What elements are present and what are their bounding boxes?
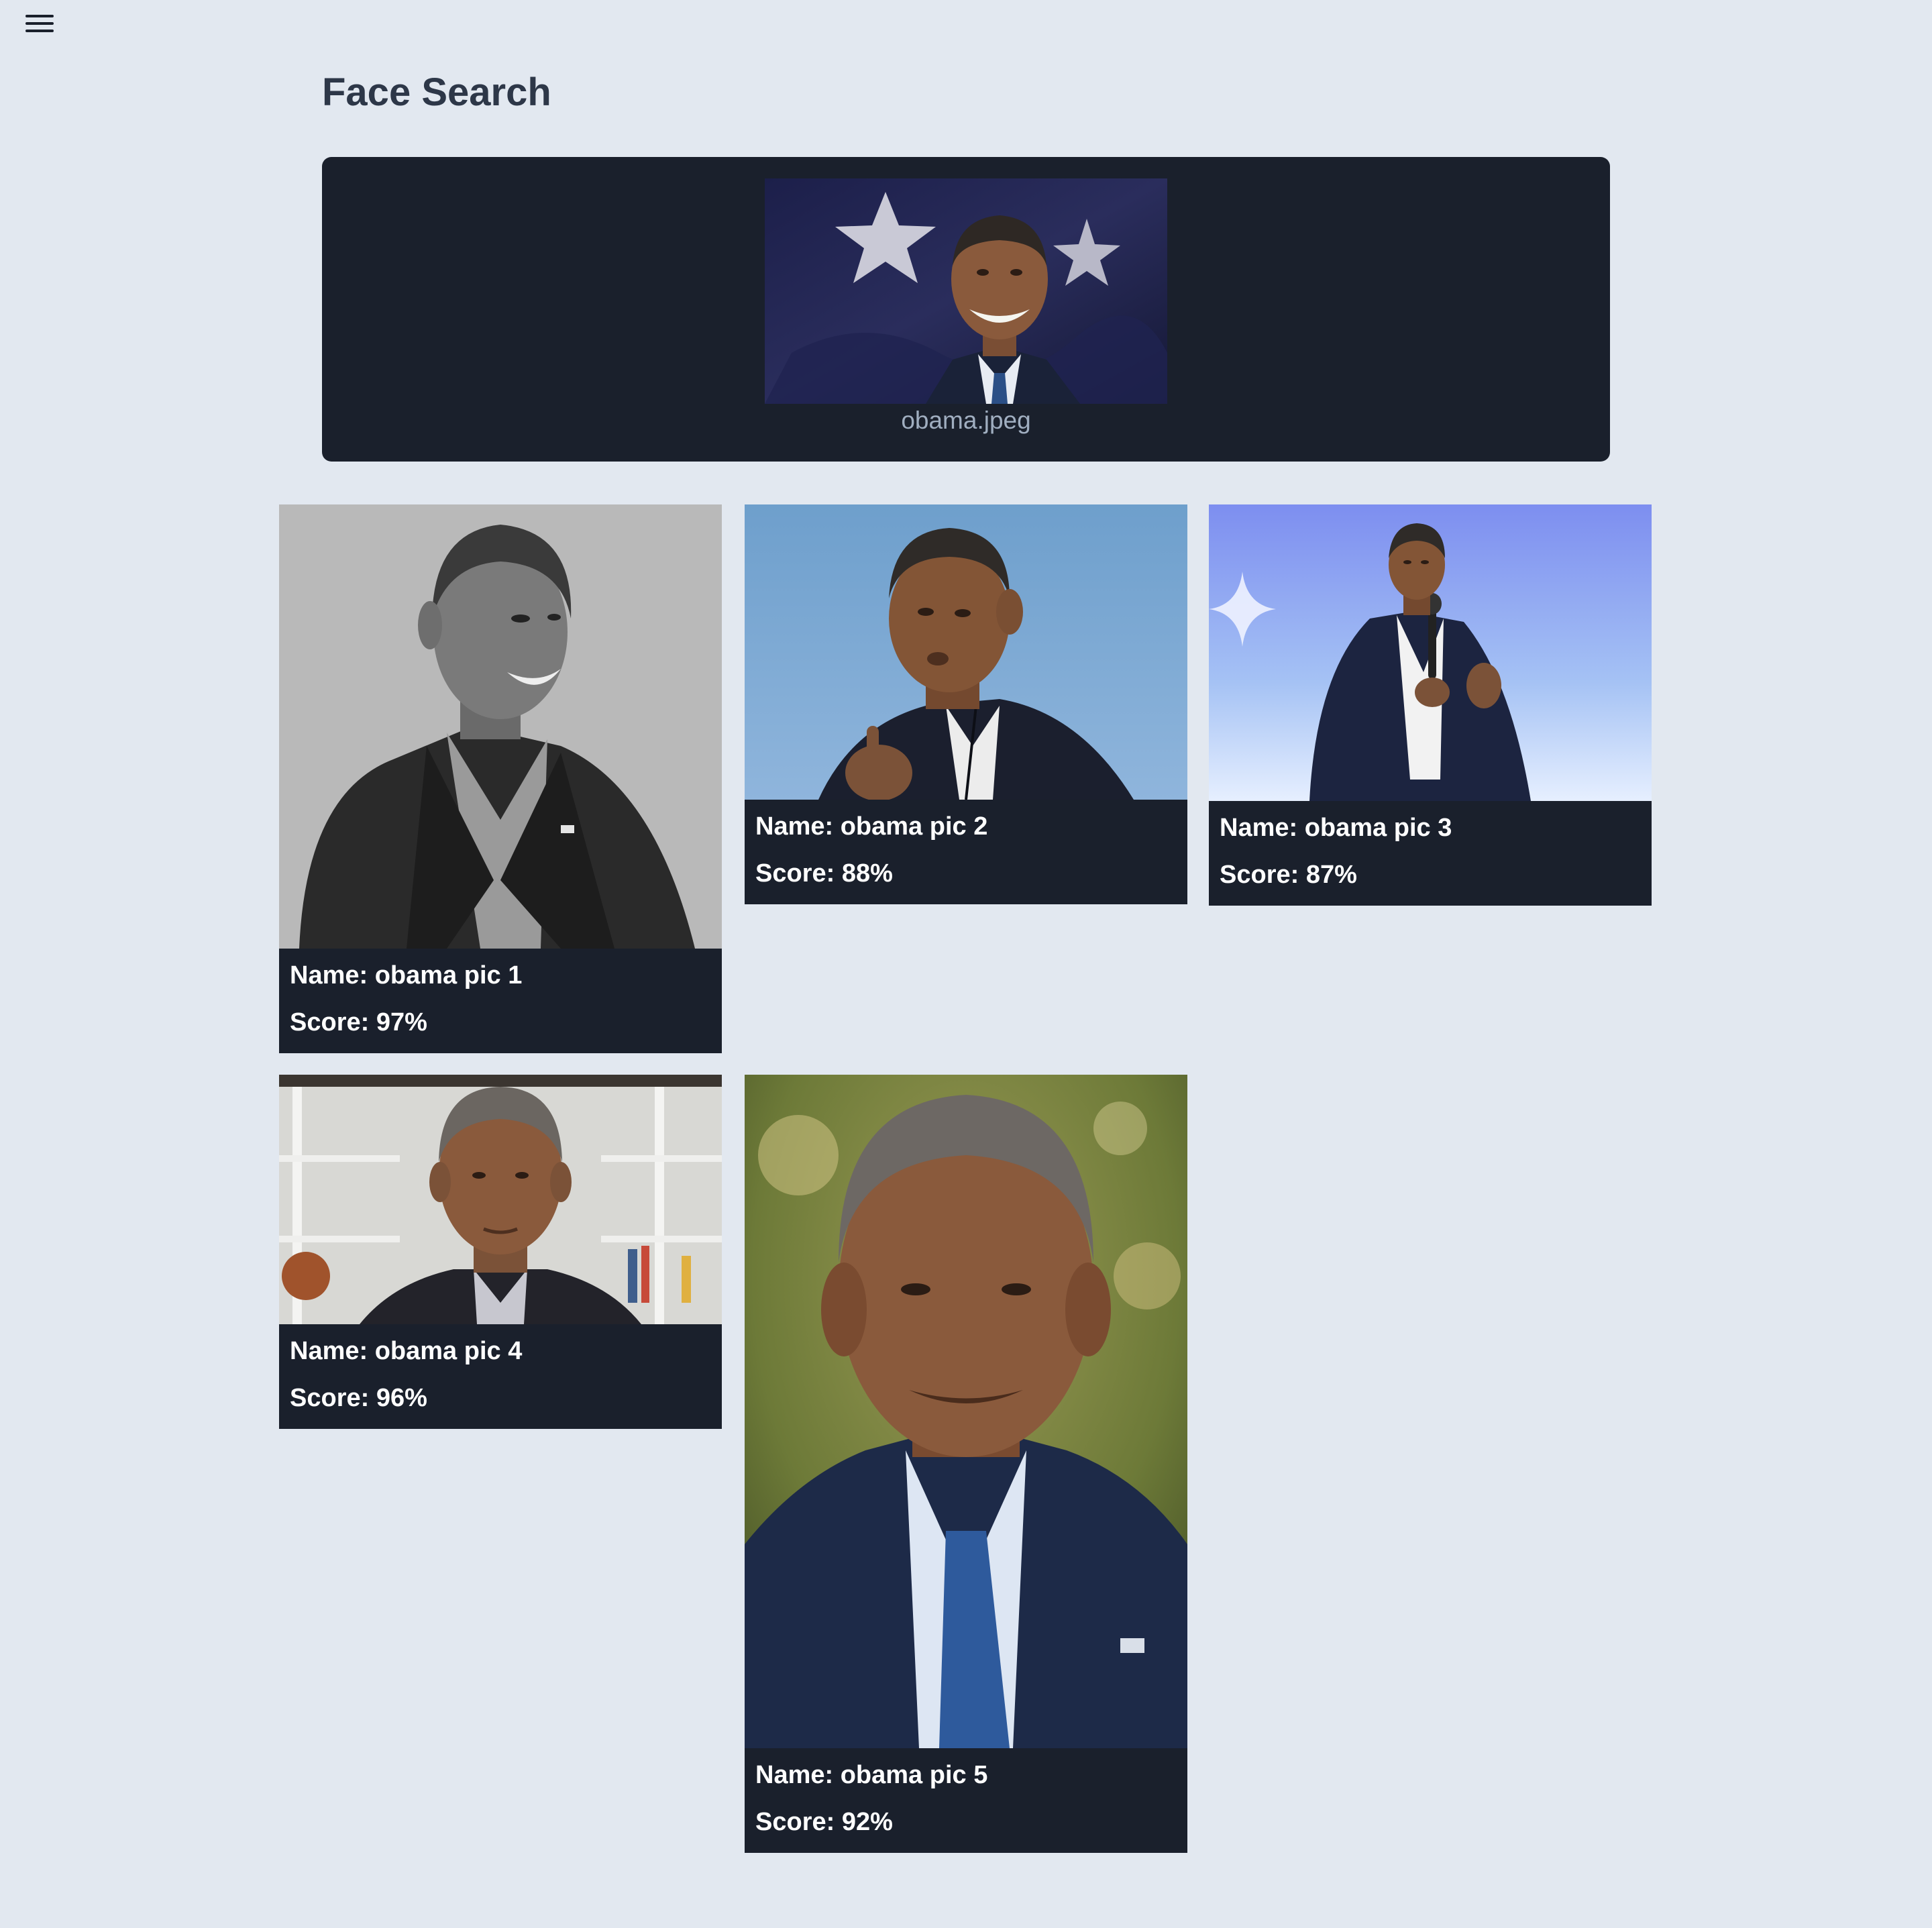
- result-score: Score: 88%: [755, 859, 893, 888]
- result-name: Name: obama pic 4: [290, 1337, 523, 1365]
- result-photo[interactable]: [279, 504, 722, 949]
- query-filename: obama.jpeg: [901, 407, 1031, 434]
- result-photo[interactable]: [1209, 504, 1652, 801]
- result-score: Score: 97%: [290, 1008, 427, 1036]
- result-card[interactable]: Name: obama pic 3 Score: 87%: [1209, 504, 1652, 906]
- result-score: Score: 87%: [1220, 861, 1357, 889]
- result-card[interactable]: Name: obama pic 2 Score: 88%: [745, 504, 1187, 904]
- hamburger-menu-icon[interactable]: [25, 15, 54, 34]
- result-name: Name: obama pic 1: [290, 961, 523, 989]
- page-title: Face Search: [322, 70, 551, 114]
- result-score: Score: 92%: [755, 1808, 893, 1836]
- result-name: Name: obama pic 2: [755, 812, 988, 841]
- result-name: Name: obama pic 5: [755, 1761, 988, 1789]
- result-photo[interactable]: [279, 1075, 722, 1324]
- result-card[interactable]: Name: obama pic 1 Score: 97%: [279, 504, 722, 1053]
- result-photo[interactable]: [745, 1075, 1187, 1748]
- result-card[interactable]: Name: obama pic 5 Score: 92%: [745, 1075, 1187, 1853]
- result-photo[interactable]: [745, 504, 1187, 800]
- query-image-panel: obama.jpeg: [322, 157, 1610, 462]
- result-name: Name: obama pic 3: [1220, 814, 1452, 842]
- query-image[interactable]: [765, 178, 1167, 404]
- result-card[interactable]: Name: obama pic 4 Score: 96%: [279, 1075, 722, 1429]
- result-score: Score: 96%: [290, 1384, 427, 1412]
